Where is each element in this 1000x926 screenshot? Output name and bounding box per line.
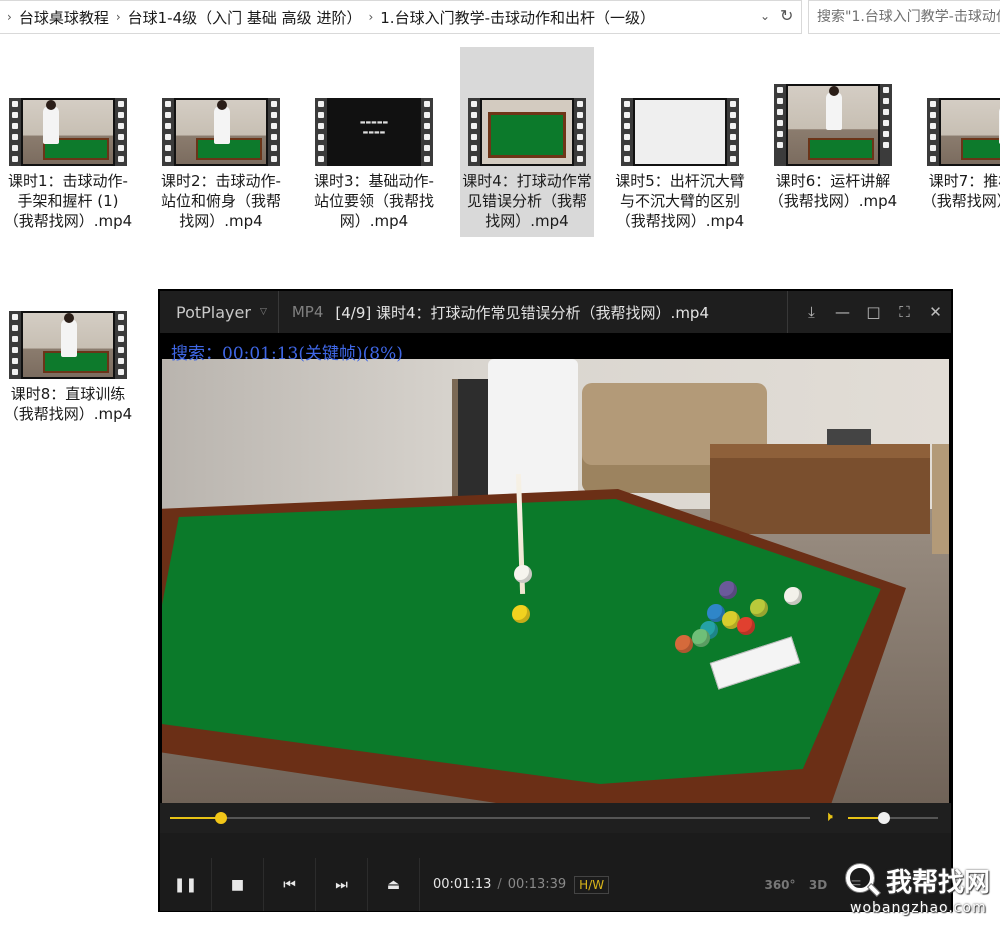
screen: › 台球桌球教程 › 台球1-4级（入门 基础 高级 进阶） › 1.台球入门教学-击球动… bbox=[0, 0, 1000, 926]
file-name: 课时5：出杆沉大臂与不沉大臂的区别（我帮找网）.mp4 bbox=[615, 172, 745, 230]
watermark-url: wobangzhao.com bbox=[850, 900, 987, 916]
file-name: 课时3：基础动作-站位要领（我帮找网）.mp4 bbox=[313, 172, 434, 230]
chevron-right-icon[interactable]: › bbox=[116, 10, 121, 24]
address-bar[interactable]: › 台球桌球教程 › 台球1-4级（入门 基础 高级 进阶） › 1.台球入门教学-击球动… bbox=[0, 0, 802, 34]
volume-handle[interactable] bbox=[878, 812, 890, 824]
chevron-right-icon[interactable]: › bbox=[368, 10, 373, 24]
video-area[interactable]: 搜索：00:01:13(关键帧)(8%) bbox=[160, 333, 951, 803]
fullscreen-icon[interactable]: ⛶ bbox=[889, 303, 920, 321]
time-separator: / bbox=[497, 877, 502, 892]
file-item[interactable]: 课时7：推杆训练（我帮找网）.mp4 bbox=[919, 98, 1000, 215]
video-thumbnail bbox=[9, 98, 127, 166]
stop-button[interactable]: ■ bbox=[212, 858, 264, 911]
hw-badge[interactable]: H/W bbox=[574, 875, 610, 894]
360-button[interactable]: 360° bbox=[761, 878, 799, 892]
file-item[interactable]: 课时5：出杆沉大臂与不沉大臂的区别（我帮找网）.mp4 bbox=[613, 98, 747, 235]
chevron-right-icon[interactable]: › bbox=[7, 10, 12, 24]
file-name: 课时7：推杆训练（我帮找网）.mp4 bbox=[921, 172, 1000, 210]
potplayer-window: PotPlayer ▽ MP4 [4/9] 课时4：打球动作常见错误分析（我帮找… bbox=[158, 289, 953, 912]
stop-icon: ■ bbox=[230, 876, 245, 893]
file-name: 课时8：直球训练（我帮找网）.mp4 bbox=[3, 385, 133, 423]
file-name: 课时6：运杆讲解（我帮找网）.mp4 bbox=[768, 172, 898, 210]
pause-icon: ❚❚ bbox=[173, 876, 198, 893]
skip-back-icon: ⏮ bbox=[283, 876, 296, 893]
search-input[interactable] bbox=[817, 9, 1000, 25]
video-thumbnail: ▬▬▬▬▬ ▬▬▬▬ bbox=[315, 98, 433, 166]
divider bbox=[277, 291, 279, 333]
pin-icon[interactable]: ⤓ bbox=[796, 303, 827, 321]
potplayer-menu[interactable]: PotPlayer ▽ bbox=[160, 303, 267, 322]
file-name: 课时4：打球动作常见错误分析（我帮找网）.mp4 bbox=[462, 172, 592, 230]
file-item[interactable]: 课时8：直球训练（我帮找网）.mp4 bbox=[1, 311, 135, 428]
search-box[interactable] bbox=[808, 0, 1000, 34]
format-label: MP4 bbox=[291, 303, 324, 321]
3d-button[interactable]: 3D bbox=[799, 878, 837, 892]
breadcrumb-item[interactable]: 台球1-4级（入门 基础 高级 进阶） bbox=[128, 7, 362, 28]
refresh-icon[interactable]: ↻ bbox=[780, 6, 793, 25]
pause-button[interactable]: ❚❚ bbox=[160, 858, 212, 911]
breadcrumb-item[interactable]: 1.台球入门教学-击球动作和出杆（一级） bbox=[380, 7, 655, 28]
breadcrumb: › 台球桌球教程 › 台球1-4级（入门 基础 高级 进阶） › 1.台球入门教学-击球动… bbox=[0, 1, 655, 33]
file-item[interactable]: 课时4：打球动作常见错误分析（我帮找网）.mp4 bbox=[460, 47, 594, 237]
volume-icon[interactable]: 🕨 bbox=[824, 809, 833, 825]
player-controls: 🕨 ❚❚ ■ ⏮ ⏭ ⏏ 00:01:13 / 00:13:39 H/W 360… bbox=[160, 803, 951, 911]
seek-handle[interactable] bbox=[215, 812, 228, 824]
file-name: 课时1：击球动作-手架和握杆 (1)（我帮找网）.mp4 bbox=[3, 172, 133, 230]
chevron-down-icon[interactable]: ⌄ bbox=[760, 9, 770, 23]
file-name: 课时2：击球动作-站位和俯身（我帮找网）.mp4 bbox=[160, 172, 281, 230]
seek-osd: 搜索：00:01:13(关键帧)(8%) bbox=[171, 344, 403, 364]
file-item[interactable]: 课时6：运杆讲解（我帮找网）.mp4 bbox=[766, 80, 900, 215]
seek-bar[interactable] bbox=[170, 812, 810, 824]
chevron-down-icon: ▽ bbox=[259, 307, 267, 317]
eject-button[interactable]: ⏏ bbox=[368, 858, 420, 911]
close-icon[interactable]: ✕ bbox=[920, 303, 951, 321]
player-titlebar[interactable]: PotPlayer ▽ MP4 [4/9] 课时4：打球动作常见错误分析（我帮找… bbox=[160, 291, 951, 333]
app-name: PotPlayer bbox=[176, 302, 251, 322]
watermark: 我帮找网 wobangzhao.com bbox=[846, 862, 996, 922]
divider bbox=[787, 291, 788, 333]
file-item[interactable]: 课时2：击球动作-站位和俯身（我帮找网）.mp4 bbox=[154, 98, 288, 235]
video-frame bbox=[162, 359, 949, 803]
minimize-icon[interactable]: — bbox=[827, 303, 858, 321]
watermark-text: 我帮找网 bbox=[886, 868, 991, 898]
eject-icon: ⏏ bbox=[386, 876, 401, 893]
maximize-icon[interactable]: □ bbox=[858, 303, 889, 321]
file-item[interactable]: ▬▬▬▬▬ ▬▬▬▬ 课时3：基础动作-站位要领（我帮找网）.mp4 bbox=[307, 98, 441, 235]
breadcrumb-item[interactable]: 台球桌球教程 bbox=[19, 7, 109, 28]
video-thumbnail bbox=[162, 98, 280, 166]
previous-button[interactable]: ⏮ bbox=[264, 858, 316, 911]
skip-forward-icon: ⏭ bbox=[335, 876, 348, 893]
video-thumbnail bbox=[927, 98, 1000, 166]
volume-slider[interactable] bbox=[848, 812, 938, 824]
video-thumbnail bbox=[9, 311, 127, 379]
file-item[interactable]: 课时1：击球动作-手架和握杆 (1)（我帮找网）.mp4 bbox=[1, 98, 135, 235]
video-thumbnail bbox=[774, 84, 892, 166]
current-time: 00:01:13 bbox=[433, 877, 492, 892]
video-thumbnail bbox=[621, 98, 739, 166]
next-button[interactable]: ⏭ bbox=[316, 858, 368, 911]
video-title: [4/9] 课时4：打球动作常见错误分析（我帮找网）.mp4 bbox=[335, 303, 709, 322]
video-thumbnail bbox=[468, 98, 586, 166]
total-time: 00:13:39 bbox=[507, 877, 567, 892]
